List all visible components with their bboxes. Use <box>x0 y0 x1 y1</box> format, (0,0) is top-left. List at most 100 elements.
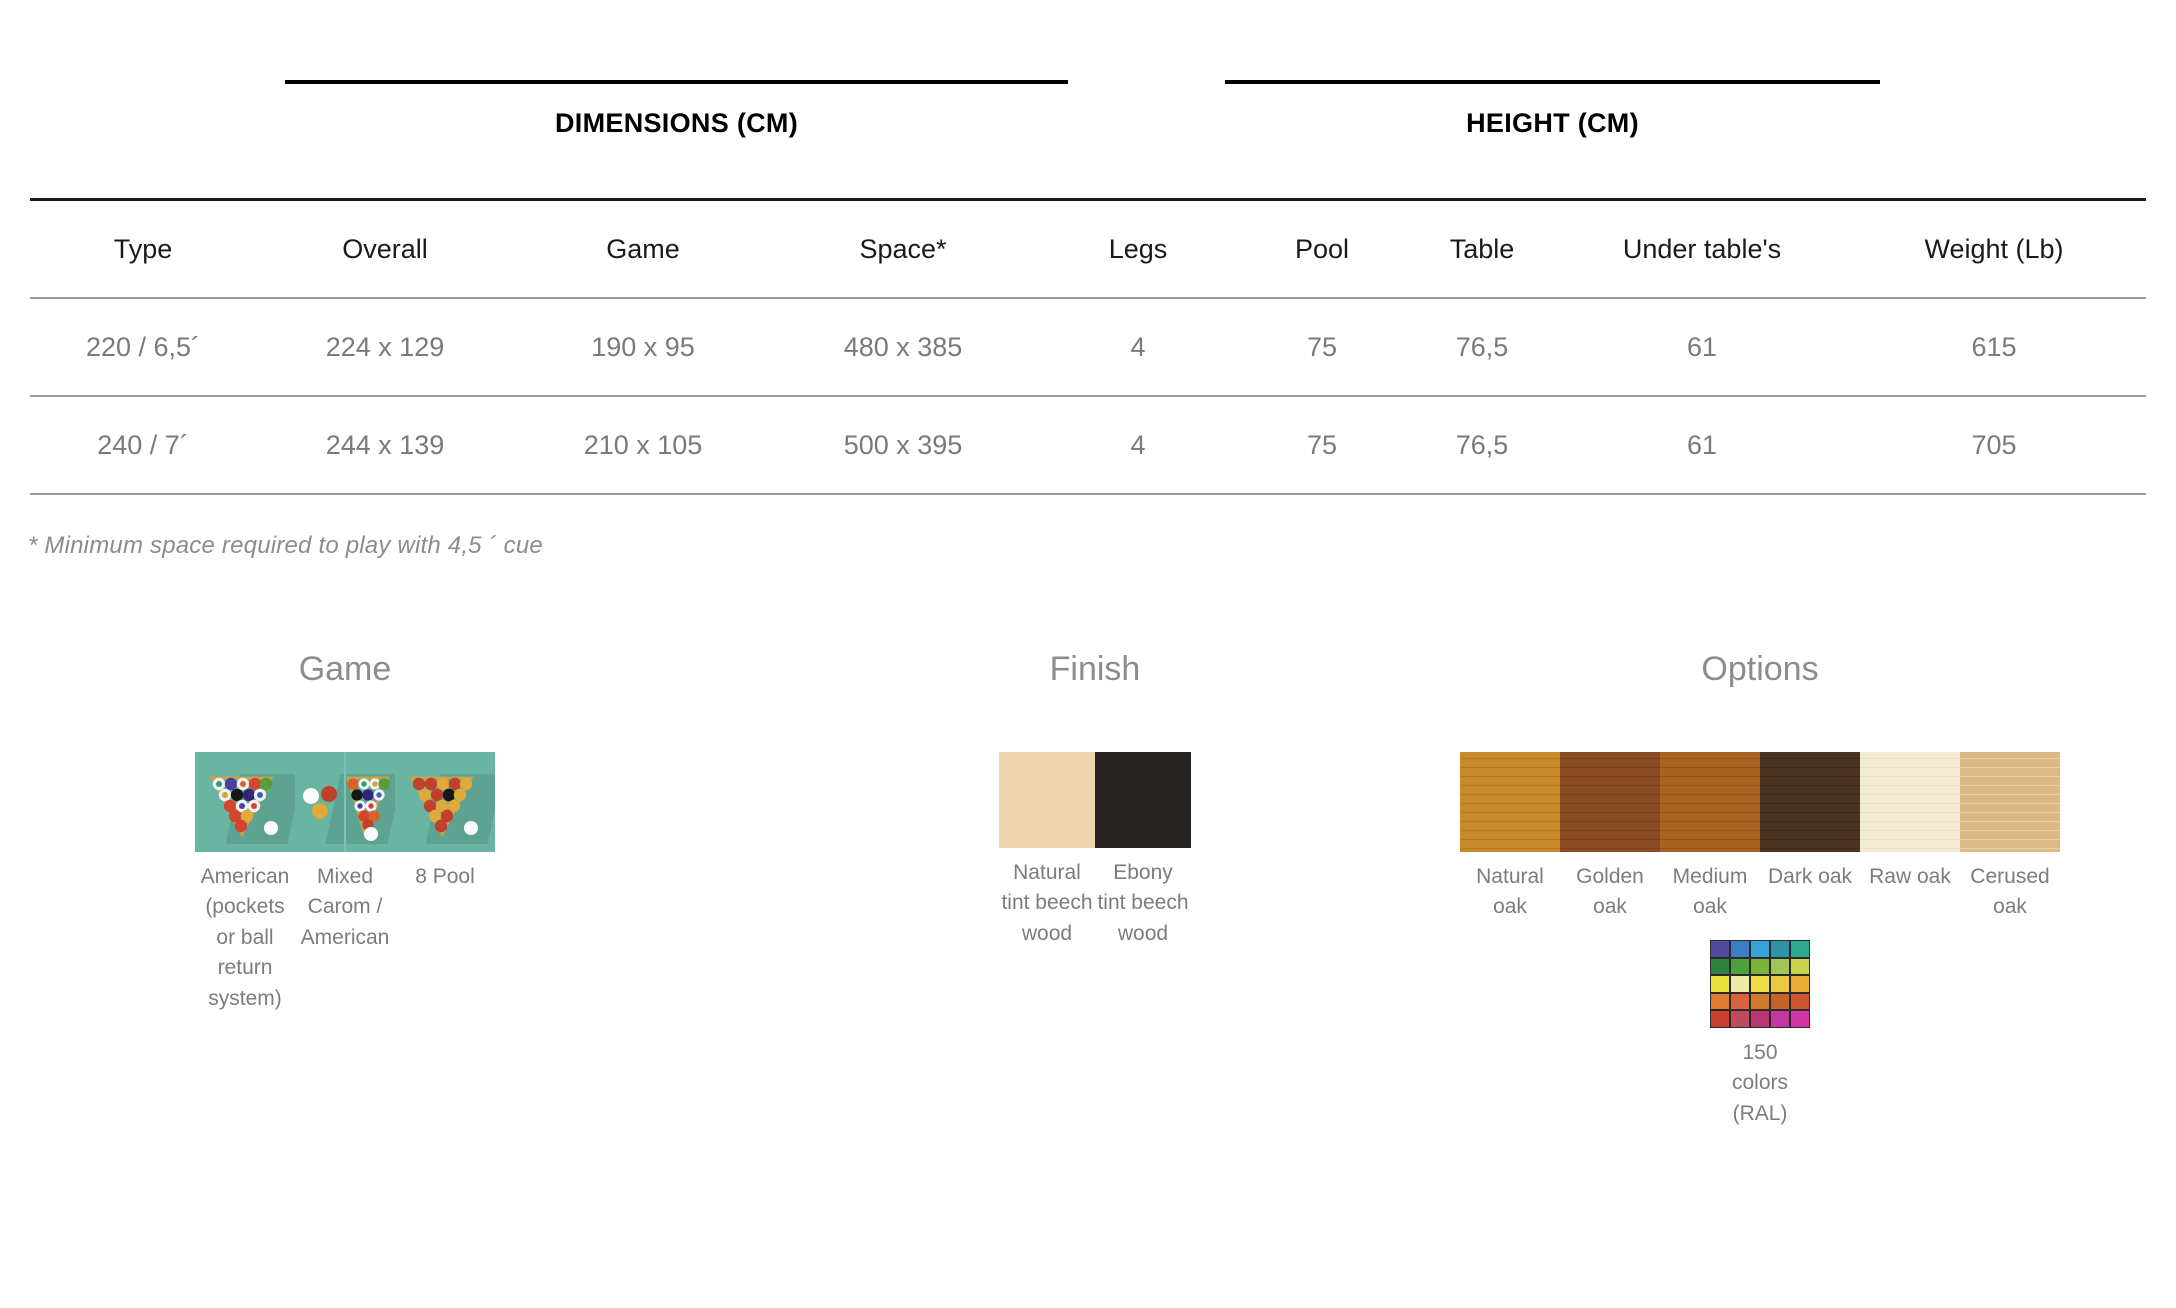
ral-color-cell <box>1771 958 1789 975</box>
cell-table: 76,5 <box>1455 429 1509 460</box>
section-finish: Finish Natural tint beech wood Ebony tin… <box>880 650 1310 949</box>
game-option-label: Mixed Carom / American <box>300 865 390 949</box>
ral-color-cell <box>1731 958 1749 975</box>
column-header-game: Game <box>606 233 680 264</box>
option-label: Natural oak <box>1476 865 1544 919</box>
option-ral-colors[interactable]: 150 colors (RAL) <box>1480 940 2040 1129</box>
options-sections: Game American (pockets or ball return sy… <box>0 650 2176 1250</box>
ral-color-cell <box>1791 1011 1809 1027</box>
cell-pool: 75 <box>1306 331 1338 362</box>
option-medium-oak[interactable]: Medium oak <box>1660 752 1760 923</box>
section-game: Game American (pockets or ball return sy… <box>130 650 560 1014</box>
game-option-8-pool[interactable]: 8 Pool <box>395 752 495 892</box>
finish-option-natural-beech[interactable]: Natural tint beech wood <box>999 752 1095 949</box>
cell-space: 500 x 395 <box>843 429 963 460</box>
options-swatch-row: Natural oak Golden oak Medium oak Dark o… <box>1460 752 2060 923</box>
column-header-under-tables: Under table's <box>1622 233 1782 264</box>
wood-color-chip <box>1860 752 1960 852</box>
cell-weight: 615 <box>1971 331 2017 362</box>
finish-option-ebony-beech[interactable]: Ebony tint beech wood <box>1095 752 1191 949</box>
option-label: Medium oak <box>1672 865 1748 919</box>
ral-color-cell <box>1711 976 1729 992</box>
ral-color-cell <box>1791 993 1809 1010</box>
table-group-header-row: DIMENSIONS (CM) HEIGHT (CM) <box>30 60 2146 198</box>
ral-color-palette-icon <box>1710 940 1810 1028</box>
cell-legs: 4 <box>1130 429 1146 460</box>
dimensions-group-rule <box>285 80 1068 84</box>
cell-weight: 705 <box>1971 429 2017 460</box>
group-header-height: HEIGHT (CM) <box>1466 108 1639 138</box>
ral-color-cell <box>1751 976 1769 992</box>
option-cerused-oak[interactable]: Cerused oak <box>1960 752 2060 923</box>
game-swatch-row: American (pockets or ball return system) <box>130 752 560 1014</box>
game-option-label: 8 Pool <box>415 865 475 888</box>
height-group-rule <box>1225 80 1880 84</box>
finish-option-label: Natural tint beech wood <box>1001 861 1093 945</box>
cell-under-tables: 61 <box>1686 331 1718 362</box>
section-title-game: Game <box>298 650 392 688</box>
game-option-american[interactable]: American (pockets or ball return system) <box>195 752 295 1014</box>
cell-game: 190 x 95 <box>591 331 695 362</box>
option-raw-oak[interactable]: Raw oak <box>1860 752 1960 892</box>
table-bottom-rule <box>30 493 2146 495</box>
ral-color-cell <box>1751 941 1769 957</box>
wood-color-chip <box>1760 752 1860 852</box>
option-dark-oak[interactable]: Dark oak <box>1760 752 1860 892</box>
finish-option-label: Ebony tint beech wood <box>1097 861 1189 945</box>
table-header-row: Type Overall Game Space* Legs Pool Table… <box>30 201 2146 297</box>
column-header-type: Type <box>113 233 173 264</box>
section-options: Options Natural oak Golden oak Medium oa… <box>1460 650 2060 1125</box>
ral-color-cell <box>1731 941 1749 957</box>
cell-space: 480 x 385 <box>843 331 963 362</box>
table-row: 240 / 7´ 244 x 139 210 x 105 500 x 395 4… <box>30 397 2146 493</box>
section-title-finish: Finish <box>1049 650 1141 688</box>
finish-color-chip <box>999 752 1095 848</box>
spec-sheet-page: DIMENSIONS (CM) HEIGHT (CM) Type Overall… <box>0 0 2176 1308</box>
game-option-mixed-carom[interactable]: Mixed Carom / American <box>295 752 395 953</box>
ral-color-cell <box>1751 958 1769 975</box>
ral-color-cell <box>1751 993 1769 1010</box>
table-footnote: * Minimum space required to play with 4,… <box>28 532 543 559</box>
cell-table: 76,5 <box>1455 331 1509 362</box>
finish-color-chip <box>1095 752 1191 848</box>
billiard-rack-mixed-icon <box>295 752 395 852</box>
cell-legs: 4 <box>1130 331 1146 362</box>
column-header-legs: Legs <box>1108 233 1168 264</box>
cell-type: 220 / 6,5´ <box>85 331 201 362</box>
option-label: Cerused oak <box>1970 865 2050 919</box>
cell-overall: 224 x 129 <box>325 331 445 362</box>
wood-color-chip <box>1660 752 1760 852</box>
ral-color-cell <box>1791 958 1809 975</box>
ral-color-cell <box>1771 1011 1789 1027</box>
ral-color-cell <box>1731 993 1749 1010</box>
wood-color-chip <box>1560 752 1660 852</box>
cell-type: 240 / 7´ <box>97 429 189 460</box>
billiard-rack-8pool-icon <box>395 752 495 852</box>
ral-color-cell <box>1771 941 1789 957</box>
cell-under-tables: 61 <box>1686 429 1718 460</box>
ral-color-cell <box>1711 993 1729 1010</box>
cell-pool: 75 <box>1306 429 1338 460</box>
ral-color-cell <box>1751 1011 1769 1027</box>
finish-swatch-row: Natural tint beech wood Ebony tint beech… <box>880 752 1310 949</box>
option-label: Dark oak <box>1767 865 1853 888</box>
option-natural-oak[interactable]: Natural oak <box>1460 752 1560 923</box>
ral-color-cell <box>1711 1011 1729 1027</box>
table-row: 220 / 6,5´ 224 x 129 190 x 95 480 x 385 … <box>30 299 2146 395</box>
game-option-label: American (pockets or ball return system) <box>200 865 290 1010</box>
specifications-table: DIMENSIONS (CM) HEIGHT (CM) Type Overall… <box>30 60 2146 495</box>
ral-color-cell <box>1711 958 1729 975</box>
column-header-pool: Pool <box>1294 233 1350 264</box>
cell-overall: 244 x 139 <box>325 429 445 460</box>
ral-color-cell <box>1731 1011 1749 1027</box>
billiard-rack-american-icon <box>195 752 295 852</box>
cell-game: 210 x 105 <box>583 429 703 460</box>
column-header-space: Space* <box>859 233 947 264</box>
option-label: Raw oak <box>1869 865 1951 888</box>
ral-color-cell <box>1731 976 1749 992</box>
wood-color-chip <box>1960 752 2060 852</box>
option-label: Golden oak <box>1576 865 1644 919</box>
ral-color-cell <box>1711 941 1729 957</box>
option-golden-oak[interactable]: Golden oak <box>1560 752 1660 923</box>
wood-color-chip <box>1460 752 1560 852</box>
